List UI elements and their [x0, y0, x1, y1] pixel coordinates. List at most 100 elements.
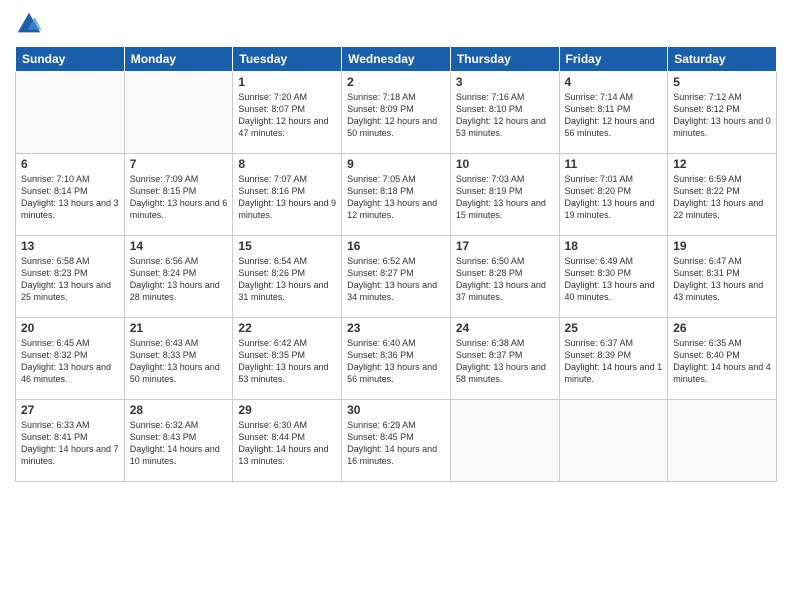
calendar-week-row: 27 Sunrise: 6:33 AM Sunset: 8:41 PM Dayli… [16, 400, 777, 482]
calendar: SundayMondayTuesdayWednesdayThursdayFrid… [15, 46, 777, 482]
day-number: 1 [238, 75, 336, 89]
day-header: Friday [559, 47, 668, 72]
day-number: 5 [673, 75, 771, 89]
calendar-cell: 11 Sunrise: 7:01 AM Sunset: 8:20 PM Dayli… [559, 154, 668, 236]
cell-content: Sunrise: 6:45 AM Sunset: 8:32 PM Dayligh… [21, 337, 119, 386]
day-number: 7 [130, 157, 228, 171]
cell-content: Sunrise: 7:03 AM Sunset: 8:19 PM Dayligh… [456, 173, 554, 222]
calendar-cell [124, 72, 233, 154]
cell-content: Sunrise: 6:54 AM Sunset: 8:26 PM Dayligh… [238, 255, 336, 304]
cell-content: Sunrise: 6:56 AM Sunset: 8:24 PM Dayligh… [130, 255, 228, 304]
calendar-header-row: SundayMondayTuesdayWednesdayThursdayFrid… [16, 47, 777, 72]
calendar-week-row: 20 Sunrise: 6:45 AM Sunset: 8:32 PM Dayli… [16, 318, 777, 400]
calendar-cell: 6 Sunrise: 7:10 AM Sunset: 8:14 PM Daylig… [16, 154, 125, 236]
day-number: 6 [21, 157, 119, 171]
cell-content: Sunrise: 6:32 AM Sunset: 8:43 PM Dayligh… [130, 419, 228, 468]
day-number: 8 [238, 157, 336, 171]
cell-content: Sunrise: 6:43 AM Sunset: 8:33 PM Dayligh… [130, 337, 228, 386]
day-number: 11 [565, 157, 663, 171]
day-number: 23 [347, 321, 445, 335]
calendar-cell [450, 400, 559, 482]
day-header: Wednesday [342, 47, 451, 72]
cell-content: Sunrise: 6:49 AM Sunset: 8:30 PM Dayligh… [565, 255, 663, 304]
cell-content: Sunrise: 7:12 AM Sunset: 8:12 PM Dayligh… [673, 91, 771, 140]
calendar-cell: 16 Sunrise: 6:52 AM Sunset: 8:27 PM Dayli… [342, 236, 451, 318]
calendar-cell: 1 Sunrise: 7:20 AM Sunset: 8:07 PM Daylig… [233, 72, 342, 154]
calendar-cell: 28 Sunrise: 6:32 AM Sunset: 8:43 PM Dayli… [124, 400, 233, 482]
calendar-cell: 18 Sunrise: 6:49 AM Sunset: 8:30 PM Dayli… [559, 236, 668, 318]
day-number: 15 [238, 239, 336, 253]
day-number: 16 [347, 239, 445, 253]
calendar-cell: 8 Sunrise: 7:07 AM Sunset: 8:16 PM Daylig… [233, 154, 342, 236]
day-header: Monday [124, 47, 233, 72]
page: SundayMondayTuesdayWednesdayThursdayFrid… [0, 0, 792, 612]
day-number: 12 [673, 157, 771, 171]
cell-content: Sunrise: 7:14 AM Sunset: 8:11 PM Dayligh… [565, 91, 663, 140]
calendar-cell: 9Sunrise: 7:05 AM Sunset: 8:18 PM Daylig… [342, 154, 451, 236]
cell-content: Sunrise: 7:05 AM Sunset: 8:18 PM Dayligh… [347, 173, 445, 222]
calendar-cell: 14 Sunrise: 6:56 AM Sunset: 8:24 PM Dayli… [124, 236, 233, 318]
calendar-cell [668, 400, 777, 482]
cell-content: Sunrise: 7:01 AM Sunset: 8:20 PM Dayligh… [565, 173, 663, 222]
day-number: 3 [456, 75, 554, 89]
calendar-week-row: 13 Sunrise: 6:58 AM Sunset: 8:23 PM Dayli… [16, 236, 777, 318]
calendar-cell: 19 Sunrise: 6:47 AM Sunset: 8:31 PM Dayli… [668, 236, 777, 318]
cell-content: Sunrise: 6:35 AM Sunset: 8:40 PM Dayligh… [673, 337, 771, 386]
day-number: 20 [21, 321, 119, 335]
calendar-cell: 10 Sunrise: 7:03 AM Sunset: 8:19 PM Dayli… [450, 154, 559, 236]
cell-content: Sunrise: 7:18 AM Sunset: 8:09 PM Dayligh… [347, 91, 445, 140]
day-number: 14 [130, 239, 228, 253]
calendar-cell: 29 Sunrise: 6:30 AM Sunset: 8:44 PM Dayli… [233, 400, 342, 482]
calendar-cell: 22Sunrise: 6:42 AM Sunset: 8:35 PM Dayli… [233, 318, 342, 400]
day-number: 27 [21, 403, 119, 417]
cell-content: Sunrise: 6:30 AM Sunset: 8:44 PM Dayligh… [238, 419, 336, 468]
cell-content: Sunrise: 6:29 AM Sunset: 8:45 PM Dayligh… [347, 419, 445, 468]
cell-content: Sunrise: 7:07 AM Sunset: 8:16 PM Dayligh… [238, 173, 336, 222]
day-number: 4 [565, 75, 663, 89]
cell-content: Sunrise: 6:52 AM Sunset: 8:27 PM Dayligh… [347, 255, 445, 304]
calendar-cell: 23Sunrise: 6:40 AM Sunset: 8:36 PM Dayli… [342, 318, 451, 400]
day-number: 17 [456, 239, 554, 253]
logo [15, 10, 47, 38]
day-number: 13 [21, 239, 119, 253]
day-number: 28 [130, 403, 228, 417]
calendar-cell [559, 400, 668, 482]
cell-content: Sunrise: 7:16 AM Sunset: 8:10 PM Dayligh… [456, 91, 554, 140]
calendar-cell: 5 Sunrise: 7:12 AM Sunset: 8:12 PM Daylig… [668, 72, 777, 154]
day-number: 18 [565, 239, 663, 253]
day-number: 22 [238, 321, 336, 335]
cell-content: Sunrise: 6:59 AM Sunset: 8:22 PM Dayligh… [673, 173, 771, 222]
cell-content: Sunrise: 6:50 AM Sunset: 8:28 PM Dayligh… [456, 255, 554, 304]
cell-content: Sunrise: 7:10 AM Sunset: 8:14 PM Dayligh… [21, 173, 119, 222]
cell-content: Sunrise: 6:58 AM Sunset: 8:23 PM Dayligh… [21, 255, 119, 304]
cell-content: Sunrise: 6:37 AM Sunset: 8:39 PM Dayligh… [565, 337, 663, 386]
calendar-week-row: 1 Sunrise: 7:20 AM Sunset: 8:07 PM Daylig… [16, 72, 777, 154]
cell-content: Sunrise: 7:20 AM Sunset: 8:07 PM Dayligh… [238, 91, 336, 140]
calendar-cell: 7 Sunrise: 7:09 AM Sunset: 8:15 PM Daylig… [124, 154, 233, 236]
day-number: 19 [673, 239, 771, 253]
day-number: 10 [456, 157, 554, 171]
day-number: 26 [673, 321, 771, 335]
day-header: Thursday [450, 47, 559, 72]
calendar-cell: 21 Sunrise: 6:43 AM Sunset: 8:33 PM Dayli… [124, 318, 233, 400]
calendar-cell: 17 Sunrise: 6:50 AM Sunset: 8:28 PM Dayli… [450, 236, 559, 318]
cell-content: Sunrise: 6:38 AM Sunset: 8:37 PM Dayligh… [456, 337, 554, 386]
day-number: 29 [238, 403, 336, 417]
day-number: 21 [130, 321, 228, 335]
day-number: 2 [347, 75, 445, 89]
cell-content: Sunrise: 7:09 AM Sunset: 8:15 PM Dayligh… [130, 173, 228, 222]
cell-content: Sunrise: 6:47 AM Sunset: 8:31 PM Dayligh… [673, 255, 771, 304]
calendar-cell: 3 Sunrise: 7:16 AM Sunset: 8:10 PM Daylig… [450, 72, 559, 154]
day-number: 30 [347, 403, 445, 417]
calendar-cell [16, 72, 125, 154]
calendar-cell: 27 Sunrise: 6:33 AM Sunset: 8:41 PM Dayli… [16, 400, 125, 482]
calendar-week-row: 6 Sunrise: 7:10 AM Sunset: 8:14 PM Daylig… [16, 154, 777, 236]
calendar-cell: 4 Sunrise: 7:14 AM Sunset: 8:11 PM Daylig… [559, 72, 668, 154]
day-header: Saturday [668, 47, 777, 72]
calendar-cell: 15 Sunrise: 6:54 AM Sunset: 8:26 PM Dayli… [233, 236, 342, 318]
calendar-cell: 12 Sunrise: 6:59 AM Sunset: 8:22 PM Dayli… [668, 154, 777, 236]
calendar-cell: 26 Sunrise: 6:35 AM Sunset: 8:40 PM Dayli… [668, 318, 777, 400]
day-number: 24 [456, 321, 554, 335]
calendar-cell: 13 Sunrise: 6:58 AM Sunset: 8:23 PM Dayli… [16, 236, 125, 318]
cell-content: Sunrise: 6:33 AM Sunset: 8:41 PM Dayligh… [21, 419, 119, 468]
